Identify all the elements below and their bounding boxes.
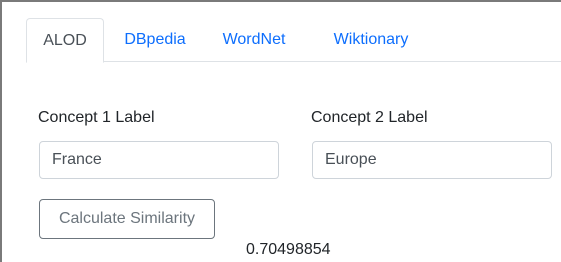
panel-frame: ALOD DBpedia WordNet Wiktionary Concept … bbox=[0, 0, 561, 262]
concept-2-label: Concept 2 Label bbox=[311, 109, 428, 126]
concept-2-input[interactable] bbox=[312, 141, 552, 179]
concept-1-label: Concept 1 Label bbox=[38, 109, 155, 126]
tab-alod[interactable]: ALOD bbox=[26, 18, 104, 63]
similarity-result: 0.70498854 bbox=[246, 241, 331, 258]
calculate-similarity-button[interactable]: Calculate Similarity bbox=[39, 199, 215, 239]
tab-wordnet[interactable]: WordNet bbox=[206, 18, 302, 62]
tab-dbpedia[interactable]: DBpedia bbox=[110, 18, 200, 62]
tab-wiktionary[interactable]: Wiktionary bbox=[316, 18, 426, 62]
concept-1-input[interactable] bbox=[39, 141, 279, 179]
tab-bar: ALOD DBpedia WordNet Wiktionary bbox=[26, 18, 561, 63]
